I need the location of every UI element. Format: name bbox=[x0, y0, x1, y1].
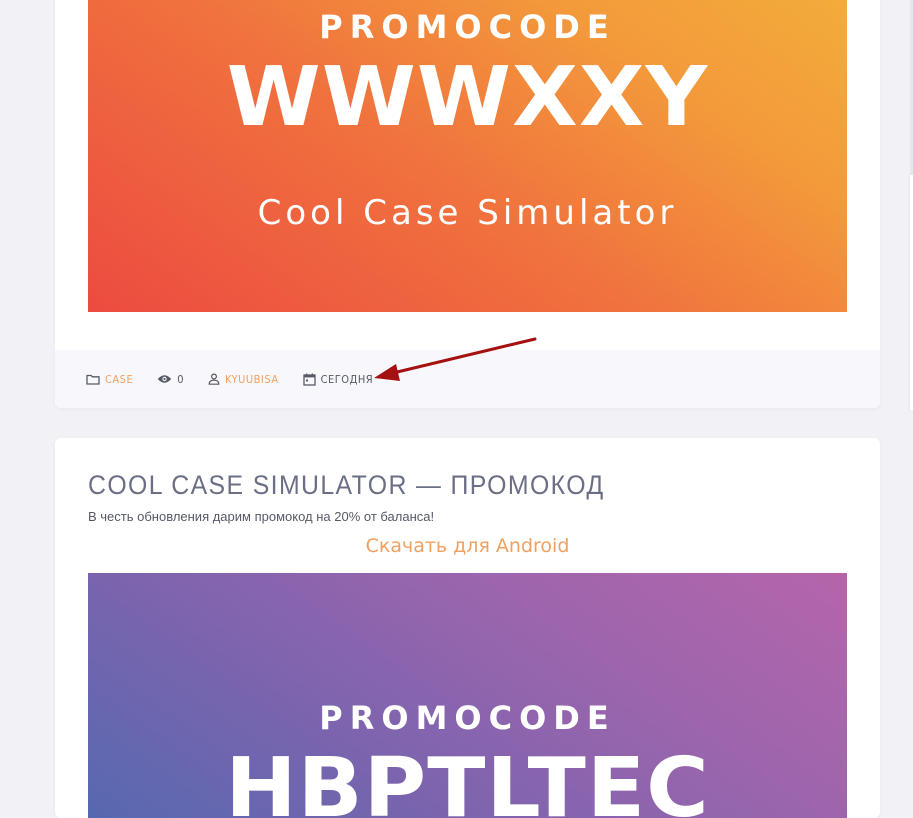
promo-word: PROMOCODE bbox=[319, 8, 616, 46]
category-link[interactable]: CASE bbox=[105, 373, 133, 386]
post-image[interactable]: PROMOCODE WWWXXY Cool Case Simulator bbox=[88, 0, 847, 312]
post-description: В честь обновления дарим промокод на 20%… bbox=[88, 509, 435, 524]
calendar-icon bbox=[302, 373, 316, 386]
promo-word: PROMOCODE bbox=[319, 699, 616, 737]
promo-code: WWWXXY bbox=[226, 50, 709, 145]
author-link[interactable]: KYUUBISA bbox=[225, 373, 279, 386]
meta-category[interactable]: CASE bbox=[86, 373, 133, 386]
promo-game-name: Cool Case Simulator bbox=[257, 193, 678, 233]
post-meta-bar: CASE 0 KYUUBISA СЕГОДНЯ bbox=[55, 350, 880, 408]
user-icon bbox=[208, 373, 220, 385]
views-count: 0 bbox=[177, 372, 185, 386]
post-card: COOL CASE SIMULATOR — ПРОМОКОД В честь о… bbox=[55, 438, 880, 818]
download-android-link[interactable]: Скачать для Android bbox=[55, 535, 880, 557]
post-title[interactable]: COOL CASE SIMULATOR — ПРОМОКОД bbox=[88, 470, 605, 501]
post-date: СЕГОДНЯ bbox=[320, 372, 374, 386]
meta-views: 0 bbox=[157, 373, 184, 386]
eye-icon bbox=[158, 375, 172, 383]
meta-author[interactable]: KYUUBISA bbox=[208, 373, 279, 386]
post-image[interactable]: PROMOCODE HBPTLTEC bbox=[88, 573, 847, 818]
post-card: PROMOCODE WWWXXY Cool Case Simulator CAS… bbox=[55, 0, 880, 408]
meta-date: СЕГОДНЯ bbox=[302, 372, 374, 386]
promo-code: HBPTLTEC bbox=[225, 741, 710, 818]
folder-icon bbox=[86, 374, 100, 385]
